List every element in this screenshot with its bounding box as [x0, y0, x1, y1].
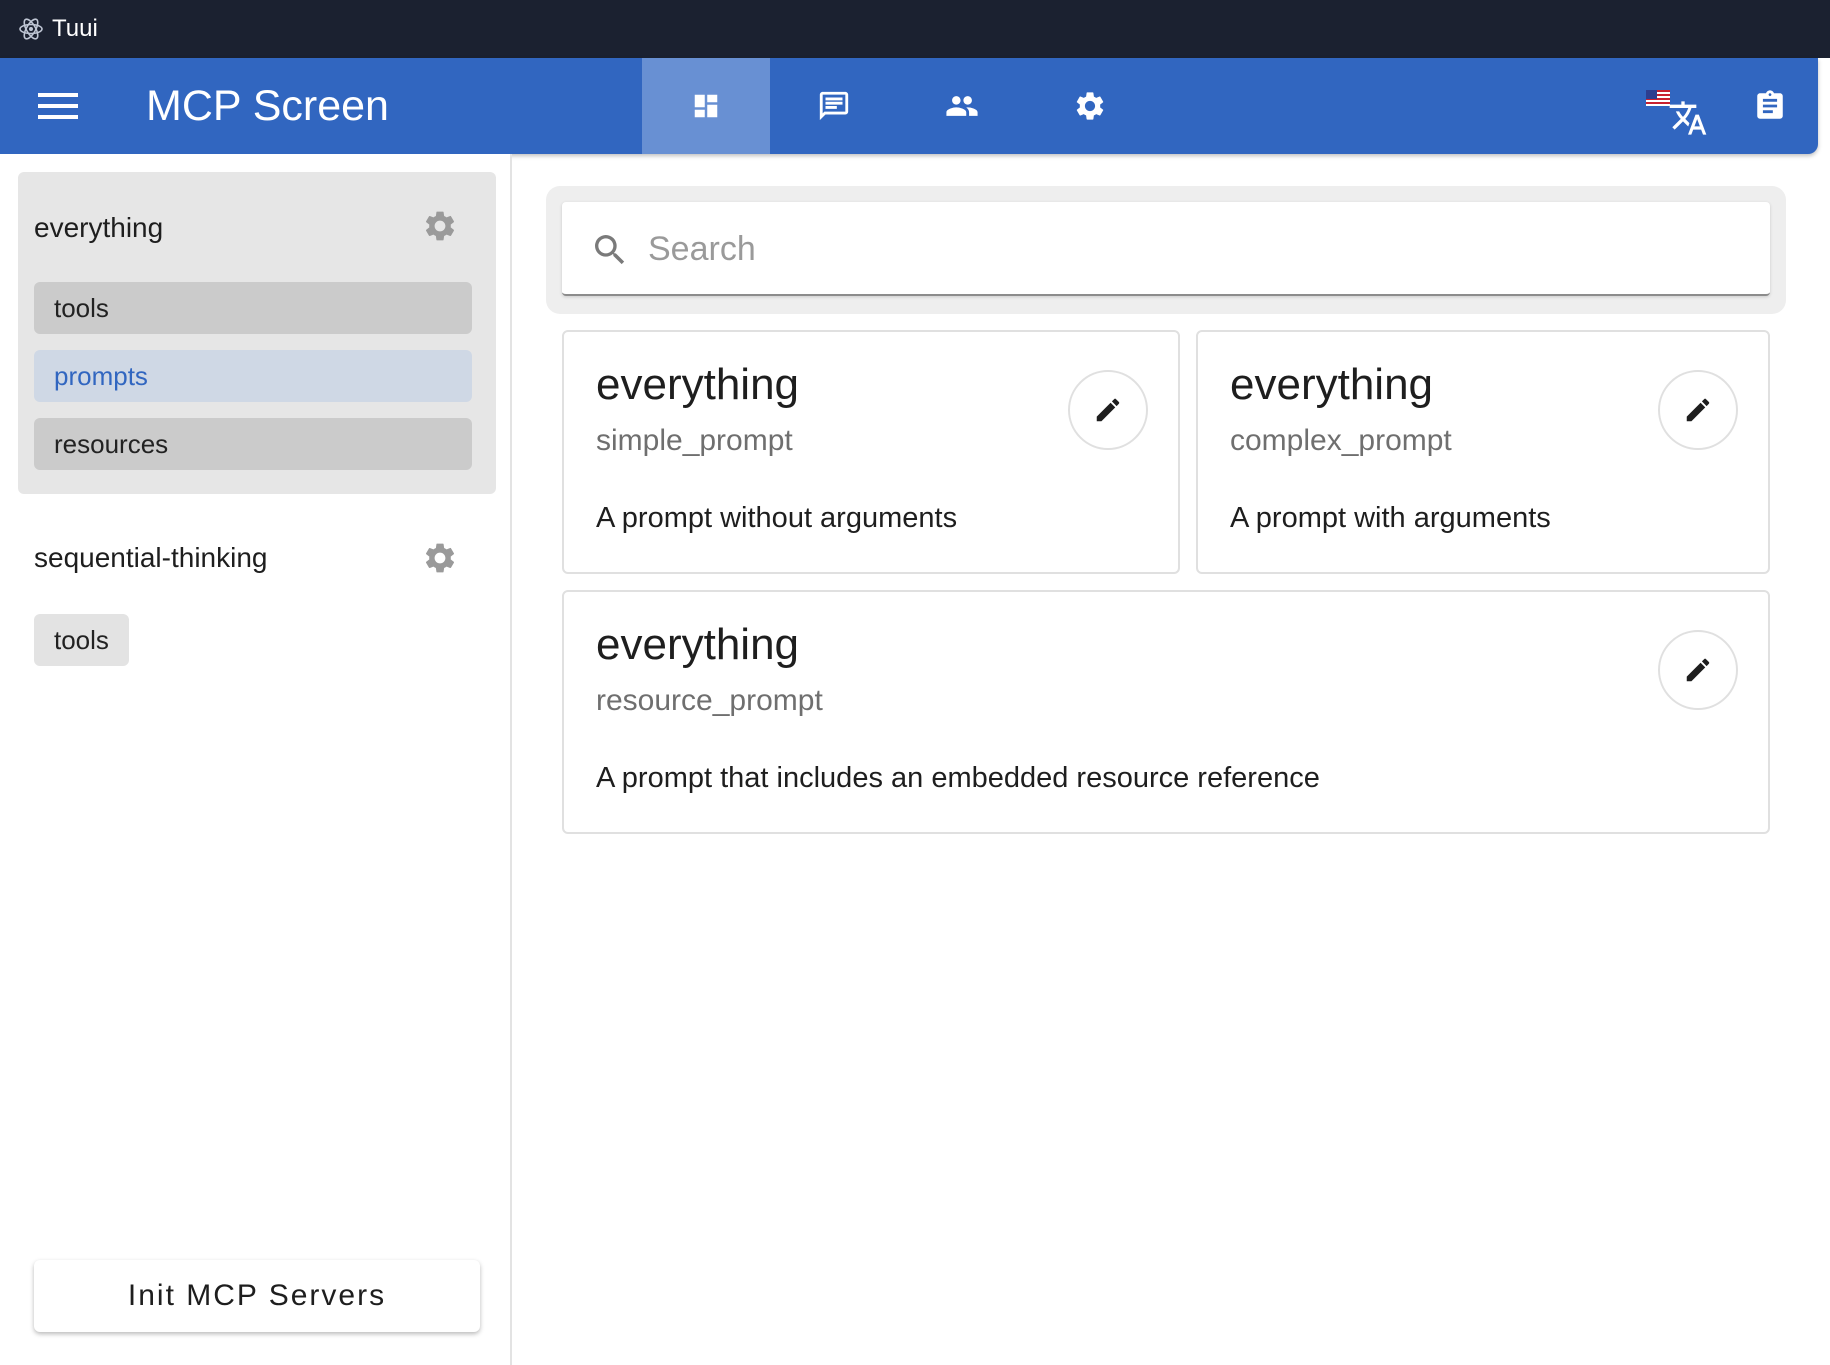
pencil-icon — [1096, 398, 1120, 422]
prompt-card[interactable]: everything simple_prompt A prompt withou… — [562, 330, 1180, 574]
search-panel — [546, 186, 1786, 314]
translate-icon — [1669, 101, 1707, 135]
sidebar-item-tools[interactable]: tools — [34, 614, 129, 666]
prompt-card[interactable]: everything resource_prompt A prompt that… — [562, 590, 1770, 834]
us-flag-icon — [1646, 90, 1670, 106]
tab-dashboard[interactable] — [642, 58, 770, 154]
sidebar-item-prompts[interactable]: prompts — [34, 350, 472, 402]
gear-icon[interactable] — [422, 540, 458, 576]
settings-icon — [1076, 92, 1104, 120]
prompt-description: A prompt that includes an embedded resou… — [596, 762, 1320, 794]
search-input[interactable] — [648, 220, 1748, 278]
edit-prompt-button[interactable] — [1658, 370, 1738, 450]
app-window: Tuui MCP Screen everything tools prompts… — [0, 0, 1830, 1365]
prompt-description: A prompt without arguments — [596, 502, 958, 534]
prompt-server-name: everything — [596, 360, 800, 409]
server-name: everything — [34, 212, 164, 243]
page-title: MCP Screen — [146, 82, 389, 130]
tab-agents[interactable] — [898, 58, 1026, 154]
prompt-server-name: everything — [596, 620, 800, 669]
clipboard-icon — [1757, 90, 1783, 119]
dashboard-icon — [694, 94, 718, 118]
edit-prompt-button[interactable] — [1068, 370, 1148, 450]
init-mcp-servers-button[interactable]: Init MCP Servers — [34, 1260, 480, 1332]
server-name: sequential-thinking — [34, 542, 268, 573]
prompt-name: complex_prompt — [1230, 424, 1452, 457]
sidebar-item-resources[interactable]: resources — [34, 418, 472, 470]
people-icon — [946, 96, 978, 116]
server-group-everything: everything tools prompts resources — [18, 172, 496, 494]
language-button[interactable] — [1640, 72, 1712, 138]
prompt-name: resource_prompt — [596, 684, 823, 717]
prompt-description: A prompt with arguments — [1230, 502, 1551, 534]
prompt-server-name: everything — [1230, 360, 1434, 409]
hamburger-menu-icon — [38, 93, 78, 119]
sidebar-item-tools[interactable]: tools — [34, 282, 472, 334]
window-title: Tuui — [52, 15, 98, 42]
electron-logo-icon — [19, 18, 43, 40]
pencil-icon — [1686, 398, 1710, 422]
edit-prompt-button[interactable] — [1658, 630, 1738, 710]
search-box — [562, 202, 1770, 296]
prompt-name: simple_prompt — [596, 424, 793, 457]
app-bar: MCP Screen — [0, 58, 1818, 154]
chat-icon — [819, 91, 849, 121]
server-sidebar: everything tools prompts resources seque… — [0, 154, 512, 1365]
menu-button[interactable] — [28, 78, 88, 134]
gear-icon[interactable] — [422, 208, 458, 244]
clipboard-button[interactable] — [1740, 76, 1800, 136]
search-icon — [595, 235, 625, 265]
title-bar: Tuui — [0, 0, 1830, 58]
prompt-card[interactable]: everything complex_prompt A prompt with … — [1196, 330, 1770, 574]
tab-chat[interactable] — [770, 58, 898, 154]
tab-settings[interactable] — [1026, 58, 1154, 154]
pencil-icon — [1686, 658, 1710, 682]
